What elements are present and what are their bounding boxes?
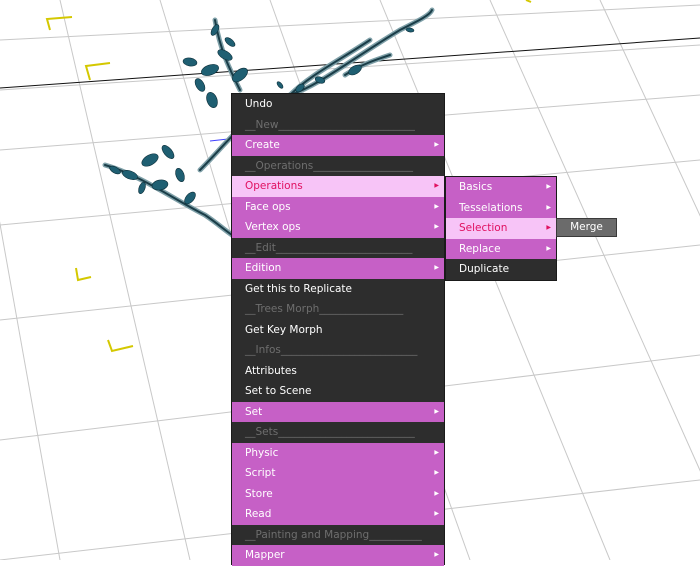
menu-item-physic[interactable]: Physic: [232, 442, 444, 463]
menu-item-set[interactable]: Set: [232, 401, 444, 422]
menu-separator-new: __New__________________________: [245, 118, 415, 131]
menu-separator-operations: __Operations___________________: [245, 159, 413, 172]
submenu-item-replace[interactable]: Replace: [446, 238, 556, 259]
menu-item-undo[interactable]: Undo: [232, 94, 444, 115]
operations-submenu: BasicsTesselationsSelectionReplaceDuplic…: [445, 176, 557, 281]
menu-item-vertex-ops[interactable]: Vertex ops: [232, 217, 444, 238]
menu-item-get-key-morph[interactable]: Get Key Morph: [232, 320, 444, 341]
submenu-item-merge[interactable]: Merge: [556, 218, 617, 237]
menu-item-operations[interactable]: Operations: [232, 176, 444, 197]
menu-item-create[interactable]: Create: [232, 135, 444, 156]
menu-item-store[interactable]: Store: [232, 483, 444, 504]
menu-separator-infos: __Infos__________________________: [245, 344, 418, 356]
submenu-item-tesselations[interactable]: Tesselations: [446, 197, 556, 218]
menu-separator-trees-morph: __Trees Morph________________: [245, 303, 404, 315]
submenu-item-basics[interactable]: Basics: [446, 177, 556, 198]
submenu-item-duplicate[interactable]: Duplicate: [446, 259, 556, 280]
menu-item-script[interactable]: Script: [232, 463, 444, 484]
menu-item-edition[interactable]: Edition: [232, 258, 444, 279]
submenu-item-selection[interactable]: Selection: [446, 218, 556, 239]
menu-separator-edit: __Edit__________________________: [245, 241, 413, 254]
menu-item-read[interactable]: Read: [232, 504, 444, 525]
menu-item-get-this-to-replicate[interactable]: Get this to Replicate: [232, 279, 444, 300]
menu-item-face-ops[interactable]: Face ops: [232, 196, 444, 217]
menu-separator-painting-mapping: __Painting and Mapping__________: [245, 528, 422, 541]
menu-item-mapper[interactable]: Mapper: [232, 545, 444, 566]
menu-separator-sets: __Sets__________________________: [245, 426, 415, 438]
menu-item-attributes[interactable]: Attributes: [232, 361, 444, 382]
menu-item-set-to-scene[interactable]: Set to Scene: [232, 381, 444, 402]
context-menu: Undo __New__________________________ Creat…: [231, 93, 445, 566]
